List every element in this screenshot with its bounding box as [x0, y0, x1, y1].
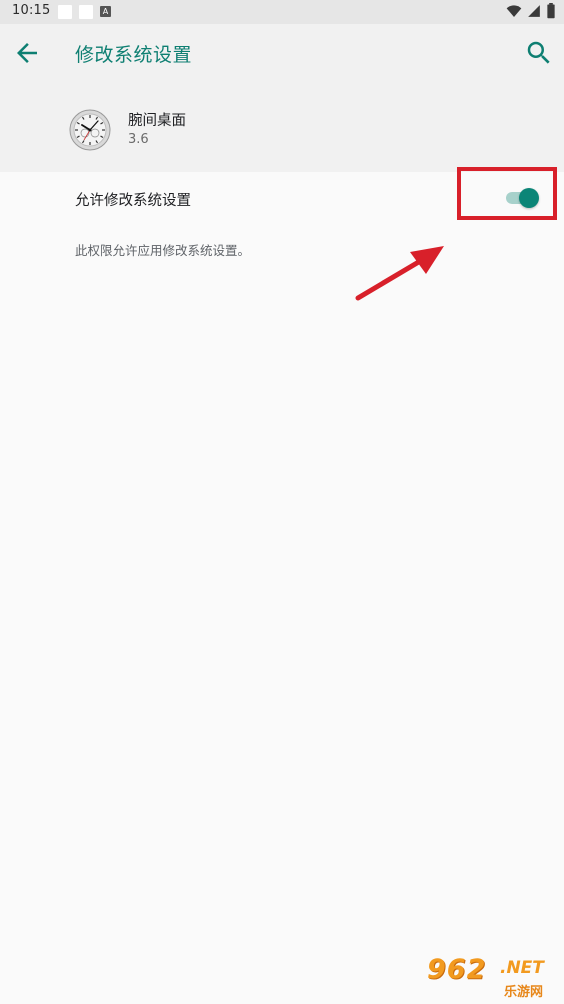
arrow-left-icon — [17, 43, 37, 63]
page-title: 修改系统设置 — [75, 44, 193, 66]
notification-a-icon: A — [100, 6, 111, 17]
search-icon — [527, 41, 550, 64]
search-button[interactable] — [524, 38, 554, 68]
status-time: 10:15 — [12, 3, 51, 18]
watch-face-icon — [69, 109, 111, 151]
watermark-subtitle: 乐游网 — [504, 985, 544, 1000]
highlight-box — [457, 167, 557, 220]
watermark-logo: 962 .NET 乐游网 — [424, 954, 558, 1000]
red-arrow-annotation — [350, 240, 450, 306]
app-bar: 修改系统设置 腕间桌面 3.6 — [0, 24, 564, 172]
back-button[interactable] — [12, 38, 42, 68]
setting-description: 此权限允许应用修改系统设置。 — [75, 243, 251, 258]
watermark-number: 962 — [427, 954, 487, 985]
battery-icon — [547, 3, 555, 19]
notification-icon — [58, 5, 72, 19]
cell-signal-icon — [528, 5, 540, 17]
notification-icon — [79, 5, 93, 19]
status-icons — [506, 3, 556, 21]
watermark-domain: .NET — [500, 958, 544, 978]
app-version: 3.6 — [128, 132, 149, 147]
setting-label: 允许修改系统设置 — [75, 193, 191, 209]
wifi-icon — [506, 5, 522, 17]
app-name: 腕间桌面 — [128, 113, 186, 129]
status-bar: 10:15 A — [0, 0, 564, 24]
app-header: 腕间桌面 3.6 — [0, 100, 564, 172]
